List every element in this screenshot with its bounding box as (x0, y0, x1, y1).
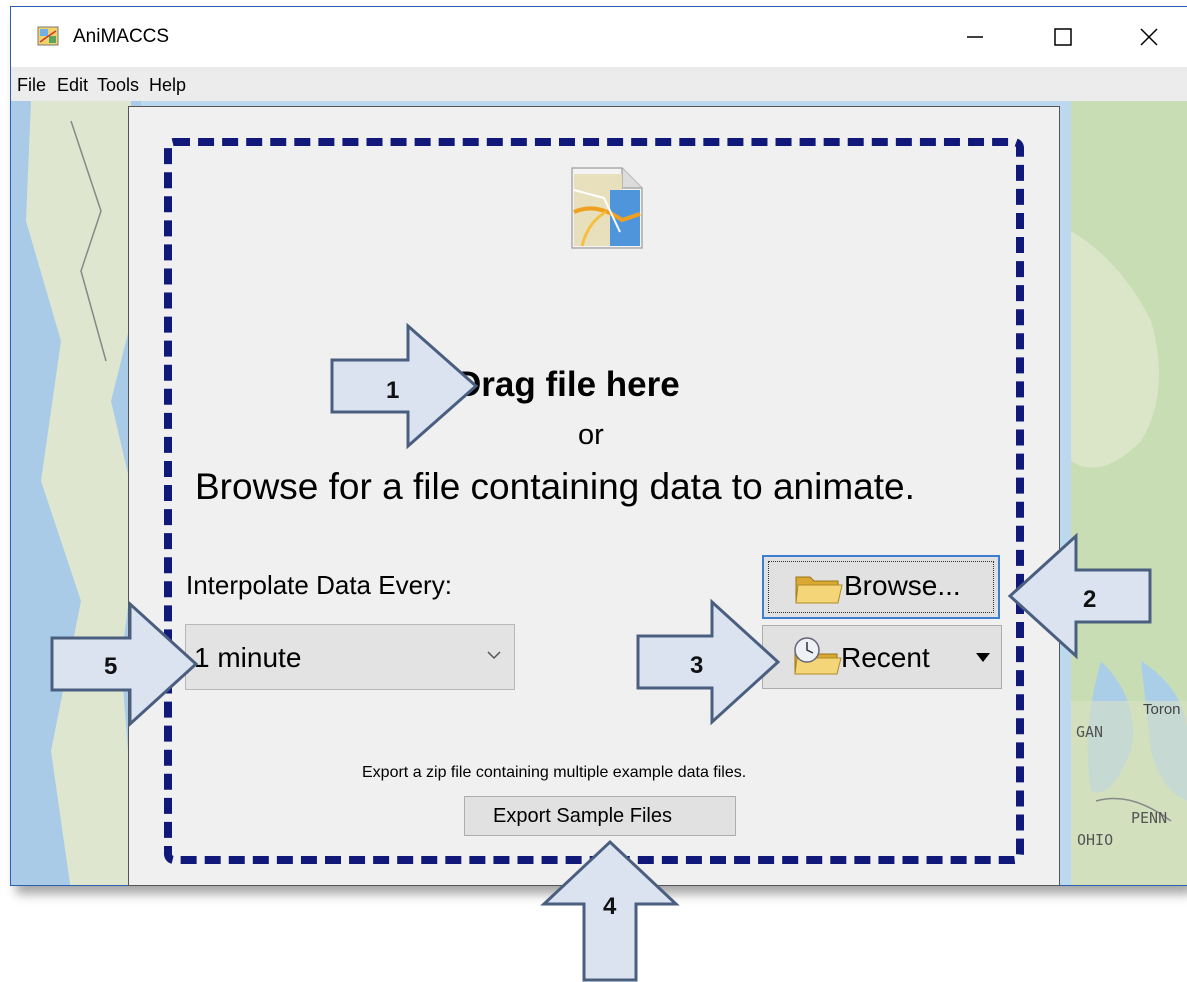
recent-label: Recent (841, 642, 930, 673)
interpolate-select[interactable]: 1 minute (185, 624, 515, 690)
export-sample-files-button[interactable]: Export Sample Files (464, 796, 736, 836)
map-label-gan: GAN (1076, 723, 1104, 741)
export-label: Export Sample Files (493, 805, 672, 827)
map-file-icon (571, 167, 643, 249)
maximize-button[interactable] (1033, 17, 1093, 57)
interpolate-label: Interpolate Data Every: (186, 570, 452, 600)
callout-arrow-5 (50, 600, 199, 728)
close-icon (1140, 28, 1158, 46)
or-text: or (578, 419, 604, 451)
browse-button[interactable]: Browse... (762, 555, 1000, 619)
recent-button[interactable]: Recent (762, 625, 1002, 689)
menu-bar: File Edit Tools Help (11, 71, 1187, 101)
export-description: Export a zip file containing multiple ex… (362, 764, 747, 781)
menu-file[interactable]: File (17, 75, 46, 96)
browse-description: Browse for a file containing data to ani… (195, 466, 915, 507)
recent-folder-clock-icon (794, 637, 842, 675)
menu-tools[interactable]: Tools (97, 75, 139, 96)
menu-edit[interactable]: Edit (57, 75, 88, 96)
callout-arrow-2 (1007, 532, 1152, 660)
map-label-penn: PENN (1131, 809, 1168, 827)
callout-number-2: 2 (1083, 586, 1097, 613)
menu-help[interactable]: Help (149, 75, 186, 96)
map-label-ohio: OHIO (1077, 831, 1114, 849)
window-title: AniMACCS (73, 26, 170, 47)
folder-icon (795, 576, 843, 604)
minimize-button[interactable] (945, 17, 1005, 57)
interpolate-value: 1 minute (194, 642, 302, 673)
callout-arrow-1 (330, 322, 479, 450)
browse-label: Browse... (844, 570, 961, 601)
chevron-down-icon (487, 651, 501, 660)
callout-number-1: 1 (386, 377, 400, 404)
callout-arrow-3 (636, 598, 781, 726)
dropdown-arrow-icon[interactable] (975, 652, 991, 664)
map-label-toron: Toron (1143, 701, 1181, 718)
title-bar: AniMACCS (11, 7, 1187, 67)
callout-number-4: 4 (603, 893, 617, 920)
callout-number-5: 5 (104, 653, 118, 680)
callout-number-3: 3 (690, 652, 704, 679)
minimize-icon (967, 36, 983, 38)
close-button[interactable] (1119, 17, 1179, 57)
maximize-icon (1054, 28, 1072, 46)
drag-heading: Drag file here (456, 365, 680, 404)
app-icon (37, 26, 59, 46)
